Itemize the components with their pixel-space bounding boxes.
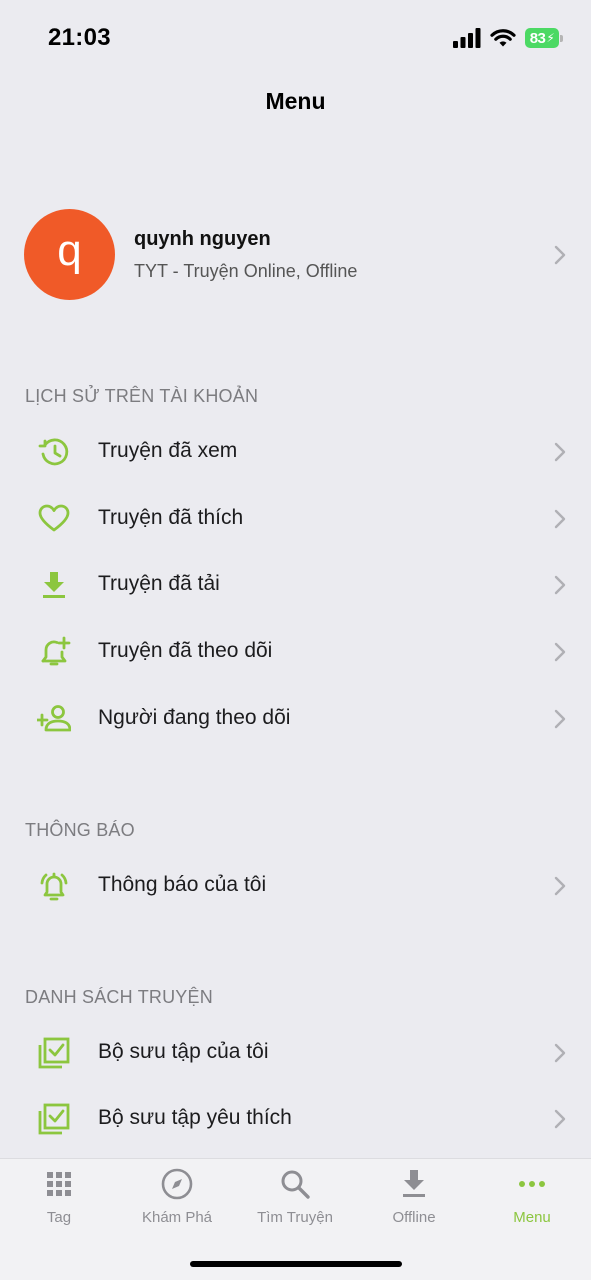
bell-ringing-icon xyxy=(40,872,68,901)
menu-item-label: Người đang theo dõi xyxy=(98,706,291,729)
chevron-right-icon xyxy=(554,1043,566,1063)
chevron-right-icon xyxy=(554,245,566,265)
tab-label: Tag xyxy=(46,1209,72,1226)
tab-menu[interactable]: Menu xyxy=(473,1159,591,1239)
chevron-right-icon xyxy=(554,1109,566,1129)
tab-label: Offline xyxy=(392,1209,436,1226)
menu-item-followers[interactable]: Người đang theo dõi xyxy=(0,686,591,752)
status-time: 21:03 xyxy=(48,24,111,51)
compass-icon xyxy=(161,1168,193,1200)
tab-explore[interactable]: Khám Phá xyxy=(118,1159,236,1239)
chevron-right-icon xyxy=(554,709,566,729)
menu-item-label: Bộ sưu tập yêu thích xyxy=(98,1106,292,1129)
menu-item-favorite-collection[interactable]: Bộ sưu tập yêu thích xyxy=(0,1086,591,1152)
menu-item-label: Bộ sưu tập của tôi xyxy=(98,1040,269,1063)
bell-plus-icon xyxy=(41,636,71,666)
battery-level: 83 xyxy=(529,29,546,47)
chevron-right-icon xyxy=(554,442,566,462)
search-icon xyxy=(281,1170,310,1199)
menu-item-my-collection[interactable]: Bộ sưu tập của tôi xyxy=(0,1020,591,1086)
chevron-right-icon xyxy=(554,509,566,529)
grid-icon xyxy=(47,1172,71,1196)
menu-item-followed[interactable]: Truyện đã theo dõi xyxy=(0,619,591,685)
profile-row[interactable]: q quynh nguyen TYT - Truyện Online, Offl… xyxy=(0,200,591,310)
wifi-icon xyxy=(490,29,516,47)
menu-item-viewed[interactable]: Truyện đã xem xyxy=(0,419,591,485)
menu-item-label: Truyện đã tải xyxy=(98,572,220,595)
status-icons: 83 ⚡ xyxy=(453,24,563,52)
profile-name: quynh nguyen xyxy=(134,228,271,250)
download-icon xyxy=(403,1170,425,1197)
cellular-signal-icon xyxy=(453,28,481,48)
collection-check-icon xyxy=(38,1037,70,1069)
menu-item-downloaded[interactable]: Truyện đã tải xyxy=(0,552,591,618)
battery-charging-icon: 83 ⚡ xyxy=(525,28,563,48)
tab-tag[interactable]: Tag xyxy=(0,1159,118,1239)
menu-item-label: Thông báo của tôi xyxy=(98,873,267,896)
more-dots-icon xyxy=(519,1181,545,1187)
home-indicator[interactable] xyxy=(190,1261,402,1267)
menu-item-my-notifications[interactable]: Thông báo của tôi xyxy=(0,853,591,919)
download-icon xyxy=(43,572,65,598)
page-title: Menu xyxy=(265,88,326,114)
chevron-right-icon xyxy=(554,575,566,595)
tab-label: Khám Phá xyxy=(141,1209,213,1226)
section-header-notifications: THÔNG BÁO xyxy=(25,820,135,840)
tab-offline[interactable]: Offline xyxy=(355,1159,473,1239)
avatar: q xyxy=(24,209,115,300)
chevron-right-icon xyxy=(554,642,566,662)
menu-item-label: Truyện đã xem xyxy=(98,439,238,462)
tab-label: Tìm Truyện xyxy=(257,1209,333,1226)
heart-icon xyxy=(38,504,70,532)
menu-item-label: Truyện đã theo dõi xyxy=(98,639,273,662)
tab-search[interactable]: Tìm Truyện xyxy=(236,1159,354,1239)
tab-label: Menu xyxy=(513,1209,551,1226)
section-header-history: LỊCH SỬ TRÊN TÀI KHOẢN xyxy=(25,386,259,406)
person-add-icon xyxy=(37,705,71,732)
history-icon xyxy=(38,438,69,466)
profile-subtitle: TYT - Truyện Online, Offline xyxy=(134,261,358,281)
menu-item-liked[interactable]: Truyện đã thích xyxy=(0,486,591,552)
collection-check-icon xyxy=(38,1103,70,1135)
section-header-lists: DANH SÁCH TRUYỆN xyxy=(25,987,213,1007)
chevron-right-icon xyxy=(554,876,566,896)
status-bar: 21:03 83 ⚡ xyxy=(0,0,591,76)
menu-item-label: Truyện đã thích xyxy=(98,506,244,529)
